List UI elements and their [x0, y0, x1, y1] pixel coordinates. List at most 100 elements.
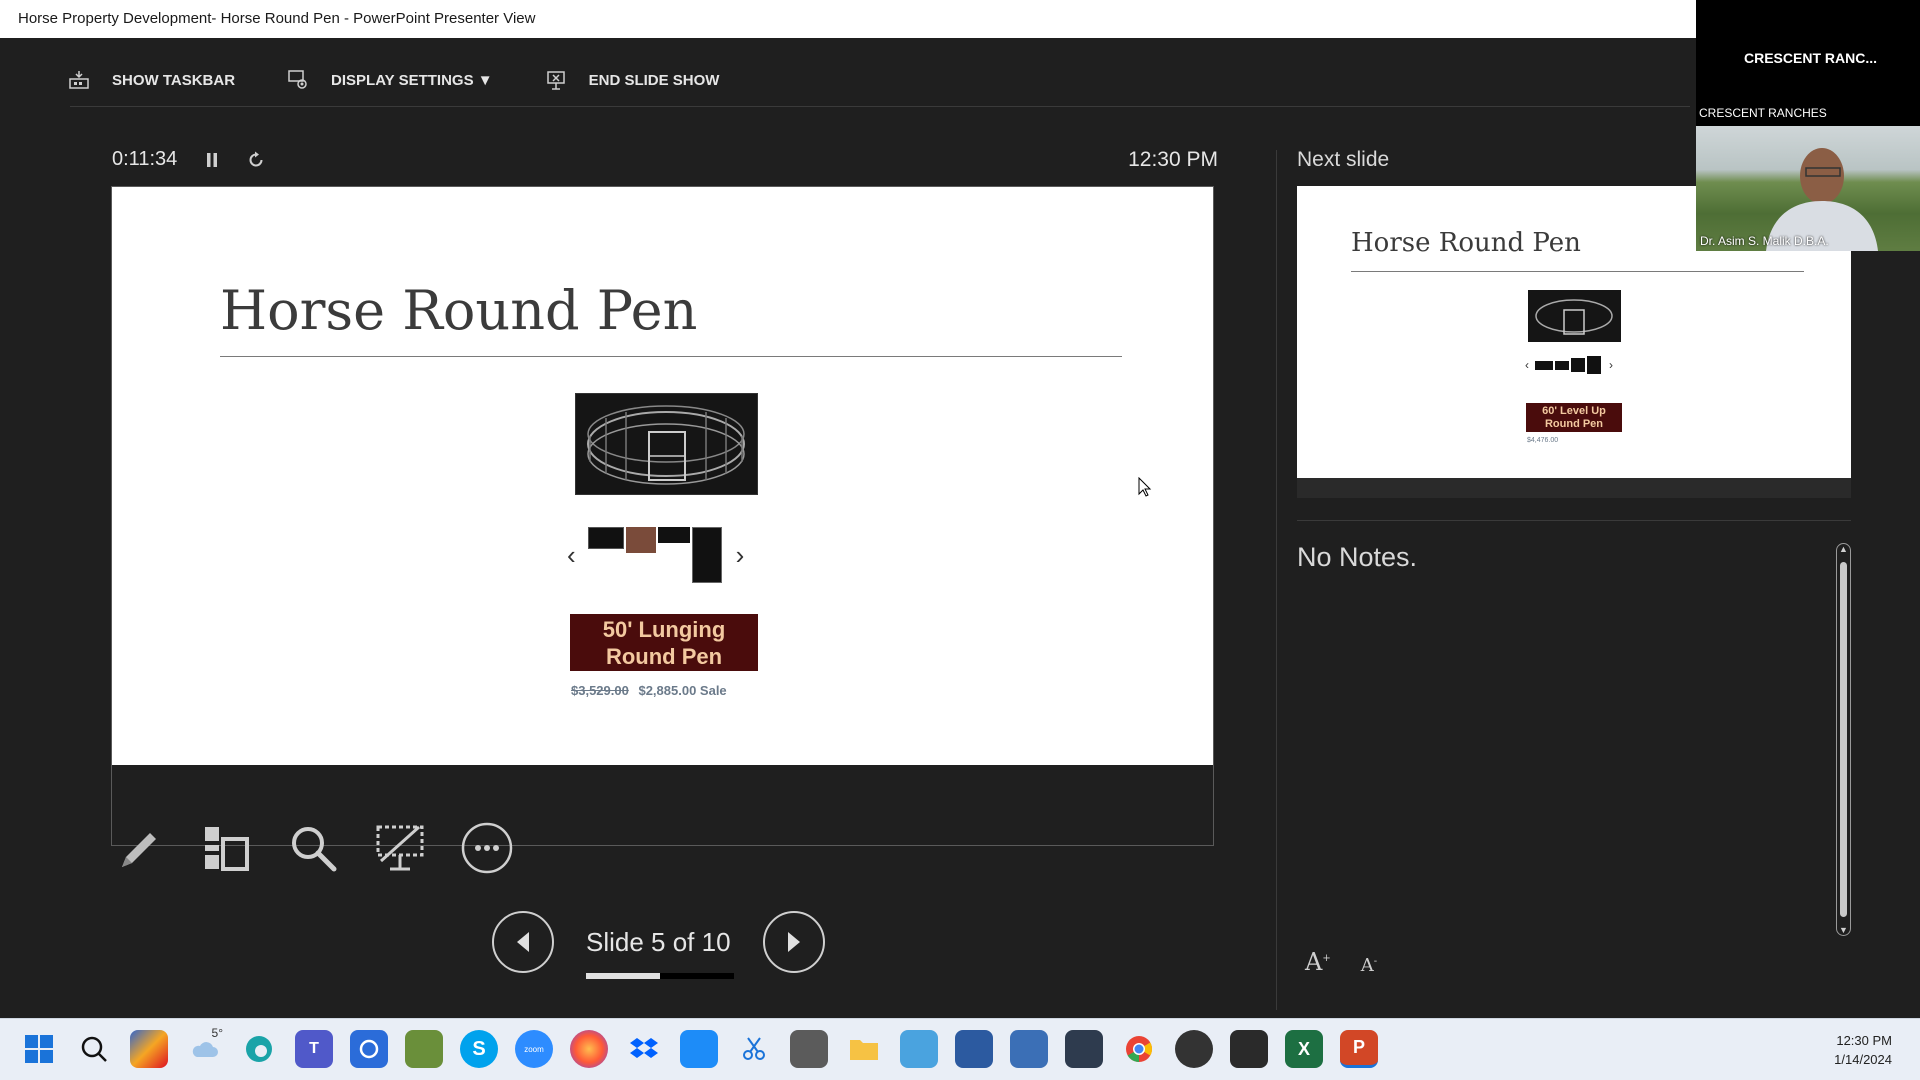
end-slide-show-button[interactable]: END SLIDE SHOW: [545, 69, 719, 91]
pen-tool-button[interactable]: [111, 820, 167, 876]
badge-line-1: 50' Lunging: [602, 617, 726, 642]
skype-app[interactable]: S: [460, 1030, 498, 1068]
snipping-tool-app[interactable]: [735, 1030, 773, 1068]
increase-font-button[interactable]: A+: [1305, 948, 1331, 976]
copilot-app[interactable]: [130, 1030, 168, 1068]
notes-font-controls: A+ A-: [1305, 948, 1407, 976]
more-options-button[interactable]: [459, 820, 515, 876]
more-options-icon: [461, 822, 513, 874]
restart-timer-button[interactable]: [247, 151, 265, 169]
notes-divider[interactable]: [1297, 520, 1851, 521]
system-clock[interactable]: 12:30 PM 1/14/2024: [1834, 1031, 1892, 1069]
video-name: Dr. Asim S. Malik D.B.A.: [1700, 234, 1829, 248]
scroll-down-icon[interactable]: ▼: [1837, 925, 1850, 935]
speaker-notes[interactable]: No Notes.: [1297, 542, 1417, 573]
current-time: 12:30 PM: [1128, 148, 1218, 171]
weather-icon: [192, 1042, 218, 1057]
window-title: Horse Property Development- Horse Round …: [0, 0, 1696, 38]
file-explorer-app[interactable]: [845, 1030, 883, 1068]
pause-timer-button[interactable]: [205, 152, 219, 168]
camera-app[interactable]: [350, 1030, 388, 1068]
see-all-slides-button[interactable]: [198, 820, 254, 876]
old-price: $3,529.00: [571, 683, 629, 698]
toolbar-divider: [70, 106, 1690, 107]
next-slide-label: Next slide: [1297, 148, 1390, 171]
excel-app[interactable]: X: [1285, 1030, 1323, 1068]
current-slide-frame: Horse Round Pen ‹ › 50' Lunging Round Pe…: [111, 186, 1214, 846]
search-icon: [81, 1036, 107, 1062]
show-taskbar-button[interactable]: SHOW TASKBAR: [68, 70, 235, 90]
next-slide-carousel: ‹ ›: [1525, 356, 1613, 374]
app-icon-1[interactable]: [405, 1030, 443, 1068]
scroll-up-icon[interactable]: ▲: [1837, 544, 1850, 554]
powerpoint-app[interactable]: P: [1340, 1030, 1378, 1068]
current-slide[interactable]: Horse Round Pen ‹ › 50' Lunging Round Pe…: [112, 187, 1213, 765]
presenter-view: SHOW TASKBAR DISPLAY SETTINGS ▼ END SLID…: [8, 38, 1908, 1010]
dropbox-icon: [630, 1038, 658, 1058]
restart-icon: [249, 151, 263, 166]
next-slide-button[interactable]: [762, 911, 825, 973]
carousel-thumbnail[interactable]: [657, 527, 690, 543]
weather-temp: 5°: [211, 1026, 223, 1040]
start-button[interactable]: [20, 1030, 58, 1068]
timer: 0:11:34: [112, 148, 265, 171]
meeting-panel: CRESCENT RANC... CRESCENT RANCHES Dr. As…: [1696, 0, 1920, 251]
previous-slide-button[interactable]: [492, 911, 554, 973]
badge-line-2: Round Pen: [605, 644, 723, 669]
app-icon-5[interactable]: [1065, 1030, 1103, 1068]
zoom-button[interactable]: [285, 820, 341, 876]
sale-price: $2,885.00 Sale: [638, 683, 727, 698]
tray-time: 12:30 PM: [1836, 1033, 1892, 1048]
carousel-prev-button[interactable]: ‹: [567, 540, 576, 571]
carousel-thumbnail[interactable]: [625, 527, 656, 553]
price-line: $3,529.00 $2,885.00 Sale: [571, 683, 727, 698]
next-slide-title: Horse Round Pen: [1351, 228, 1581, 258]
display-settings-button[interactable]: DISPLAY SETTINGS ▼: [287, 69, 493, 91]
next-badge-line-2: Round Pen: [1544, 418, 1604, 430]
chat-app[interactable]: [680, 1030, 718, 1068]
carousel-thumbnail[interactable]: [587, 527, 624, 549]
next-badge-line-1: 60' Level Up: [1542, 405, 1606, 417]
previous-icon: [517, 932, 529, 952]
scroll-thumb[interactable]: [1840, 562, 1847, 917]
weather-widget[interactable]: 5°: [185, 1026, 223, 1068]
pane-divider[interactable]: [1276, 150, 1277, 1010]
slide-title: Horse Round Pen: [220, 279, 698, 342]
dropbox-app[interactable]: [625, 1030, 663, 1068]
notes-scrollbar[interactable]: ▲ ▼: [1836, 543, 1851, 936]
carousel-thumbnails: [587, 527, 724, 583]
elapsed-time: 0:11:34: [112, 148, 178, 170]
next-slide-price: $4,476.00: [1527, 437, 1559, 444]
app-icon-4[interactable]: [1010, 1030, 1048, 1068]
edge-app[interactable]: [240, 1030, 278, 1068]
app-icon-6[interactable]: [1175, 1030, 1213, 1068]
zoom-icon: [292, 827, 337, 872]
end-show-icon: [546, 71, 565, 90]
carousel-thumbnail[interactable]: [691, 527, 722, 583]
carousel-next-button[interactable]: ›: [736, 540, 745, 571]
pause-icon: [207, 152, 218, 167]
app-icon-2[interactable]: [900, 1030, 938, 1068]
participant-avatar: [1766, 148, 1878, 251]
black-screen-icon: [376, 825, 424, 871]
decrease-font-button[interactable]: A-: [1361, 955, 1377, 976]
app-icon-3[interactable]: [955, 1030, 993, 1068]
next-slide-image: [1528, 290, 1621, 342]
next-slide-badge: 60' Level Up Round Pen: [1526, 403, 1622, 432]
display-settings-icon: [288, 70, 307, 89]
teams-app[interactable]: T: [295, 1030, 333, 1068]
slide-progress-bar: [586, 972, 734, 979]
black-screen-button[interactable]: [372, 820, 428, 876]
zoom-app[interactable]: zoom: [515, 1030, 553, 1068]
windows-icon: [25, 1035, 53, 1063]
product-name-badge: 50' Lunging Round Pen: [570, 614, 758, 671]
app-icon-7[interactable]: [1230, 1030, 1268, 1068]
calculator-app[interactable]: [790, 1030, 828, 1068]
participant-video[interactable]: Dr. Asim S. Malik D.B.A.: [1696, 126, 1920, 251]
next-slide-rule: [1351, 271, 1804, 272]
firefox-app[interactable]: [570, 1030, 608, 1068]
search-button[interactable]: [75, 1030, 113, 1068]
slide-tools: [111, 820, 546, 876]
next-slide-footer: [1297, 478, 1851, 498]
chrome-app[interactable]: [1120, 1030, 1158, 1068]
